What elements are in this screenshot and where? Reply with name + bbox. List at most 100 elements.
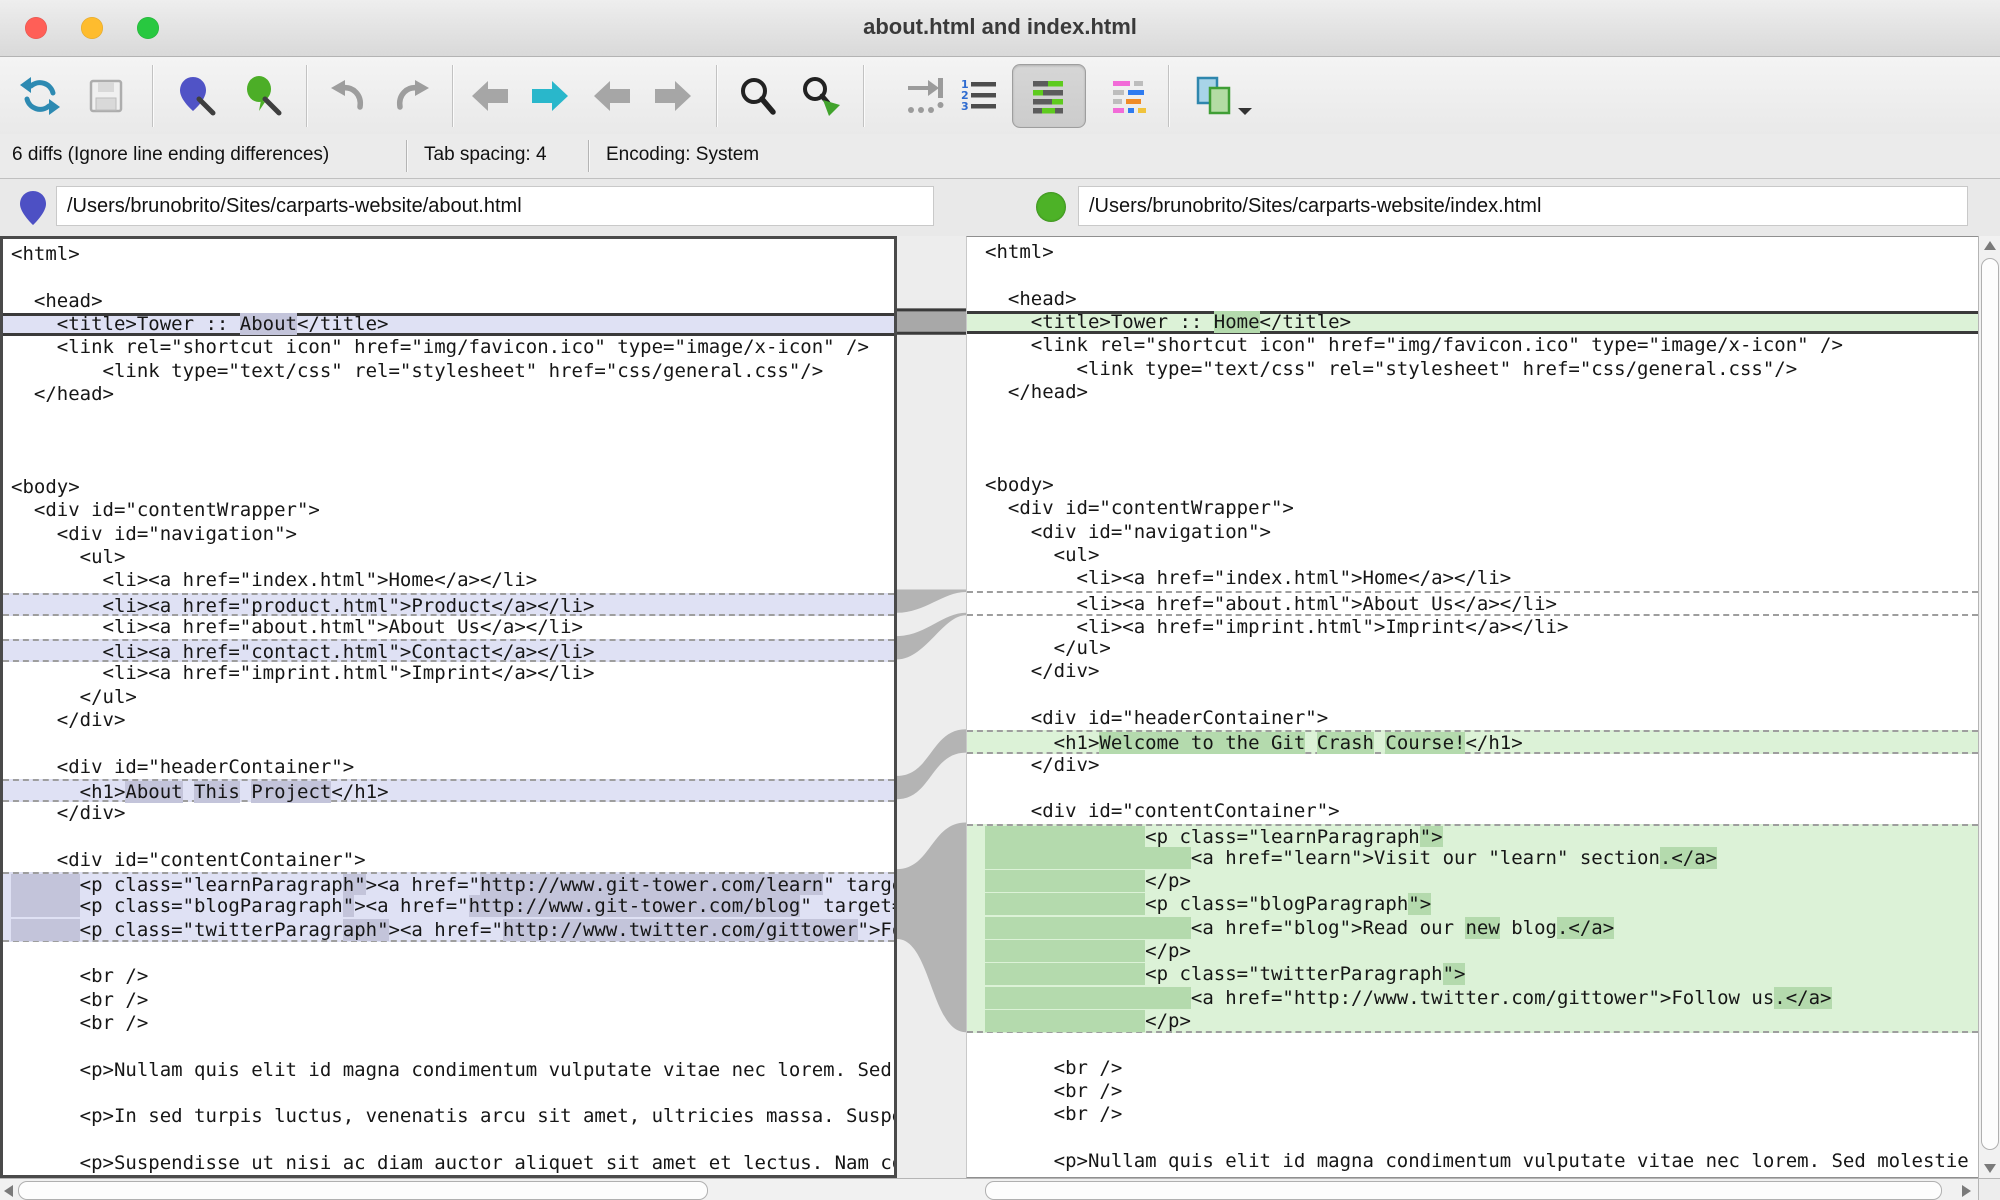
toolbar-separator xyxy=(152,65,154,127)
title-bar: about.html and index.html xyxy=(0,0,2000,57)
scroll-up-arrow-icon[interactable] xyxy=(1984,241,1996,250)
svg-text:3: 3 xyxy=(961,100,969,113)
code-line: <h1>Welcome to the Git Crash Course!</h1… xyxy=(967,730,1978,753)
code-line: <head> xyxy=(967,288,1978,311)
find-button[interactable] xyxy=(735,73,779,119)
diff-connector-gutter xyxy=(897,236,966,1178)
redo-button[interactable] xyxy=(390,73,434,119)
scroll-right-arrow-icon[interactable] xyxy=(1962,1185,1971,1197)
scroll-down-arrow-icon[interactable] xyxy=(1984,1164,1996,1173)
code-line xyxy=(3,453,894,476)
save-icon xyxy=(84,74,128,118)
diff-count-label: 6 diffs (Ignore line ending differences) xyxy=(12,144,329,166)
goto-line-icon xyxy=(903,74,947,118)
left-file-path-field[interactable] xyxy=(56,186,934,226)
code-line: <h1>About This Project</h1> xyxy=(3,779,894,802)
horizontal-scrollbar[interactable] xyxy=(0,1178,1978,1200)
save-button[interactable] xyxy=(84,73,128,119)
refresh-icon xyxy=(18,74,62,118)
find-next-button[interactable] xyxy=(798,73,842,119)
code-line: <ul> xyxy=(967,544,1978,567)
status-separator xyxy=(588,140,590,172)
code-line: <li><a href="product.html">Product</a></… xyxy=(3,593,894,616)
scroll-left-arrow-icon[interactable] xyxy=(4,1185,13,1197)
code-line xyxy=(3,1082,894,1105)
undo-button[interactable] xyxy=(326,73,370,119)
encoding-label: Encoding: System xyxy=(606,144,759,166)
code-line: <p class="blogParagraph"><a href="http:/… xyxy=(3,895,894,918)
code-line: <p class="twitterParagraph"> xyxy=(967,963,1978,986)
previous-diff-button[interactable] xyxy=(468,73,512,119)
code-line: <li><a href="imprint.html">Imprint</a></… xyxy=(967,614,1978,637)
previous-button[interactable] xyxy=(590,73,634,119)
code-line: <p>Suspendisse ut nisi ac diam auctor al… xyxy=(3,1152,894,1175)
left-code-lines: <html> <head> <title>Tower :: About</tit… xyxy=(3,239,894,1175)
vertical-scroll-thumb[interactable] xyxy=(1981,258,1999,1150)
left-code-pane[interactable]: <html> <head> <title>Tower :: About</tit… xyxy=(0,236,897,1178)
code-line: <p>Nullam quis elit id magna condimentum… xyxy=(967,1150,1978,1173)
next-diff-button[interactable] xyxy=(528,73,572,119)
code-line xyxy=(967,1033,1978,1056)
code-line: <title>Tower :: About</title> xyxy=(3,313,894,336)
code-line xyxy=(967,777,1978,800)
code-line: <br /> xyxy=(967,1103,1978,1126)
code-line: <head> xyxy=(3,290,894,313)
code-line: </div> xyxy=(967,754,1978,777)
code-line: <link type="text/css" rel="stylesheet" h… xyxy=(3,360,894,383)
undo-icon xyxy=(326,74,370,118)
goto-line-button[interactable] xyxy=(903,73,947,119)
previous-arrow-icon xyxy=(590,74,634,118)
file-path-row xyxy=(0,179,2000,237)
toolbar-separator xyxy=(716,65,718,127)
previous-diff-arrow-icon xyxy=(468,74,512,118)
right-code-lines: <html> <head> <title>Tower :: Home</titl… xyxy=(967,237,1978,1177)
left-file-marker-button[interactable] xyxy=(174,73,218,119)
code-line: <p class="learnParagraph"> xyxy=(967,824,1978,847)
code-line: </div> xyxy=(3,802,894,825)
code-line: <div id="contentWrapper"> xyxy=(3,499,894,522)
code-line: <div id="headerContainer"> xyxy=(3,756,894,779)
right-file-path-field[interactable] xyxy=(1078,186,1968,226)
code-line: </p> xyxy=(967,870,1978,893)
code-line: </head> xyxy=(967,381,1978,404)
left-pane-scroll-thumb[interactable] xyxy=(18,1181,708,1200)
refresh-button[interactable] xyxy=(18,73,62,119)
block-diff-view-toggle[interactable] xyxy=(1012,64,1086,128)
next-button[interactable] xyxy=(651,73,695,119)
vertical-scrollbar[interactable] xyxy=(1978,236,2000,1178)
toolbar-separator xyxy=(863,65,865,127)
code-line: <li><a href="about.html">About Us</a></l… xyxy=(3,616,894,639)
inline-diff-view-toggle[interactable] xyxy=(1092,64,1166,128)
copy-merge-button[interactable] xyxy=(1180,64,1266,128)
block-diff-view-icon xyxy=(1013,73,1085,119)
green-marker-pencil-icon xyxy=(240,74,284,118)
right-file-marker-button[interactable] xyxy=(240,73,284,119)
code-line: <p>Nullam quis elit id magna condimentum… xyxy=(3,1059,894,1082)
code-line: <li><a href="imprint.html">Imprint</a></… xyxy=(3,662,894,685)
code-line: <link type="text/css" rel="stylesheet" h… xyxy=(967,358,1978,381)
code-line xyxy=(967,1126,1978,1149)
diff-area: <html> <head> <title>Tower :: About</tit… xyxy=(0,236,2000,1178)
code-line: <div id="navigation"> xyxy=(967,521,1978,544)
diff-tool-window: about.html and index.html xyxy=(0,0,2000,1200)
code-line: <body> xyxy=(967,474,1978,497)
code-line: <div id="contentContainer"> xyxy=(967,800,1978,823)
window-title: about.html and index.html xyxy=(0,14,2000,40)
code-line: <p class="twitterParagraph"><a href="htt… xyxy=(3,919,894,942)
code-line xyxy=(3,406,894,429)
code-line: </div> xyxy=(967,660,1978,683)
toolbar: 1 2 3 xyxy=(0,57,2000,135)
code-line: <br /> xyxy=(967,1057,1978,1080)
code-line xyxy=(3,942,894,965)
code-line xyxy=(3,826,894,849)
right-code-pane[interactable]: <html> <head> <title>Tower :: Home</titl… xyxy=(966,236,1978,1178)
toolbar-separator xyxy=(306,65,308,127)
blue-pin-icon xyxy=(18,189,48,232)
code-line: </div> xyxy=(3,709,894,732)
right-pane-scroll-thumb[interactable] xyxy=(985,1181,1942,1200)
code-line: <body> xyxy=(3,476,894,499)
code-line: <div id="contentContainer"> xyxy=(3,849,894,872)
dropdown-caret-icon xyxy=(1238,108,1252,115)
line-numbers-toggle[interactable]: 1 2 3 xyxy=(958,73,1002,119)
blue-marker-pencil-icon xyxy=(174,74,218,118)
